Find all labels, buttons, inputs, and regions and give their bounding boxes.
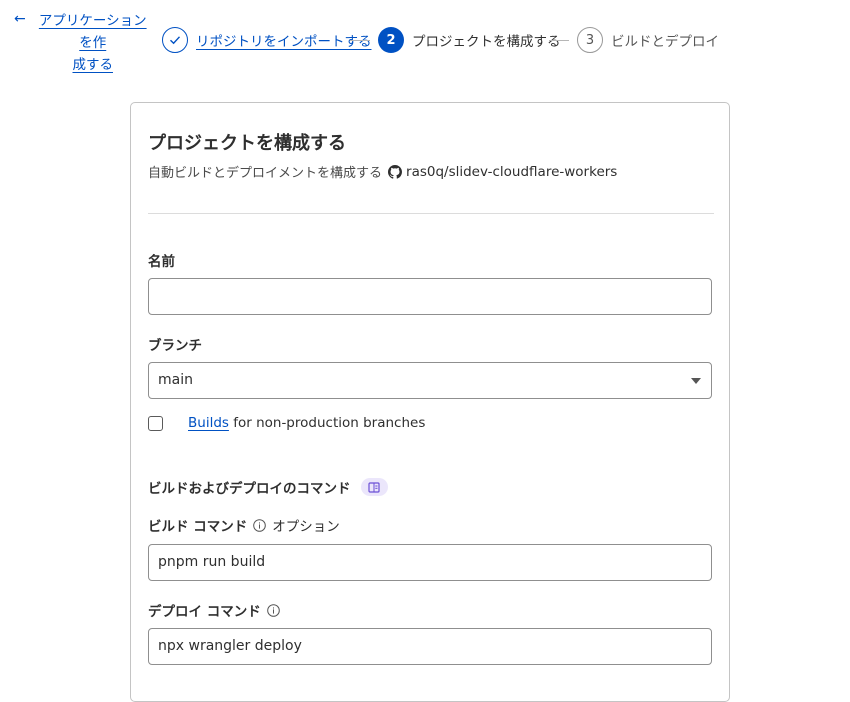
build-command-label: ビルド コマンド オプション	[148, 515, 340, 535]
step-connector	[549, 40, 569, 41]
step-configure-project-label: プロジェクトを構成する	[412, 34, 561, 50]
step-number-badge: 2	[378, 27, 404, 53]
arrow-left-icon: ←	[14, 11, 26, 27]
build-command-value: pnpm run build	[158, 554, 266, 570]
repo-name: ras0q/slidev-cloudflare-workers	[406, 163, 618, 180]
page-title: プロジェクトを構成する	[148, 133, 346, 154]
configure-project-card: プロジェクトを構成する 自動ビルドとデプロイメントを構成する ras0q/sli…	[130, 102, 730, 702]
non-production-builds-checkbox[interactable]	[148, 415, 163, 431]
caret-down-icon	[691, 378, 701, 384]
builds-text: for non-production branches	[228, 415, 426, 431]
step-import-repo-label[interactable]: リポジトリをインポートする	[196, 30, 372, 50]
step-number-badge: 3	[577, 27, 603, 53]
build-command-label-text: ビルド コマンド	[148, 519, 248, 535]
github-icon	[388, 164, 403, 179]
step-import-repo[interactable]: リポジトリをインポートする	[162, 27, 372, 53]
deploy-command-label: デプロイ コマンド	[148, 600, 280, 620]
info-icon[interactable]	[253, 518, 267, 532]
branch-select-value: main	[158, 372, 193, 388]
commands-heading-text: ビルドおよびデプロイのコマンド	[148, 481, 351, 497]
divider	[148, 213, 714, 214]
step-configure-project: 2 プロジェクトを構成する	[378, 27, 561, 53]
back-link[interactable]: ← アプリケーションを作 成する	[14, 10, 152, 76]
builds-link[interactable]: Builds	[188, 415, 229, 431]
name-input[interactable]	[148, 278, 712, 315]
branch-label: ブランチ	[148, 338, 202, 354]
non-production-builds-label: Builds for non-production branches	[188, 415, 425, 431]
optional-text: オプション	[272, 519, 340, 535]
deploy-command-input[interactable]: npx wrangler deploy	[148, 628, 712, 665]
subtitle-text: 自動ビルドとデプロイメントを構成する	[148, 166, 383, 181]
book-icon[interactable]	[360, 478, 388, 496]
deploy-command-value: npx wrangler deploy	[158, 638, 302, 654]
deploy-command-label-text: デプロイ コマンド	[148, 604, 261, 620]
step-build-deploy-label: ビルドとデプロイ	[611, 34, 719, 50]
info-icon[interactable]	[266, 603, 280, 617]
name-label: 名前	[148, 254, 175, 270]
card-subtitle: 自動ビルドとデプロイメントを構成する ras0q/slidev-cloudfla…	[148, 162, 618, 182]
non-production-builds-row: Builds for non-production branches	[148, 415, 425, 431]
back-link-label: アプリケーションを作 成する	[38, 13, 147, 73]
commands-heading: ビルドおよびデプロイのコマンド	[148, 477, 388, 497]
check-icon	[162, 27, 188, 53]
build-command-input[interactable]: pnpm run build	[148, 544, 712, 581]
stepper: ← アプリケーションを作 成する リポジトリをインポートする 2 プロジェクトを…	[0, 0, 850, 80]
branch-select[interactable]: main	[148, 362, 712, 399]
step-connector	[350, 40, 370, 41]
step-build-deploy: 3 ビルドとデプロイ	[577, 27, 719, 53]
